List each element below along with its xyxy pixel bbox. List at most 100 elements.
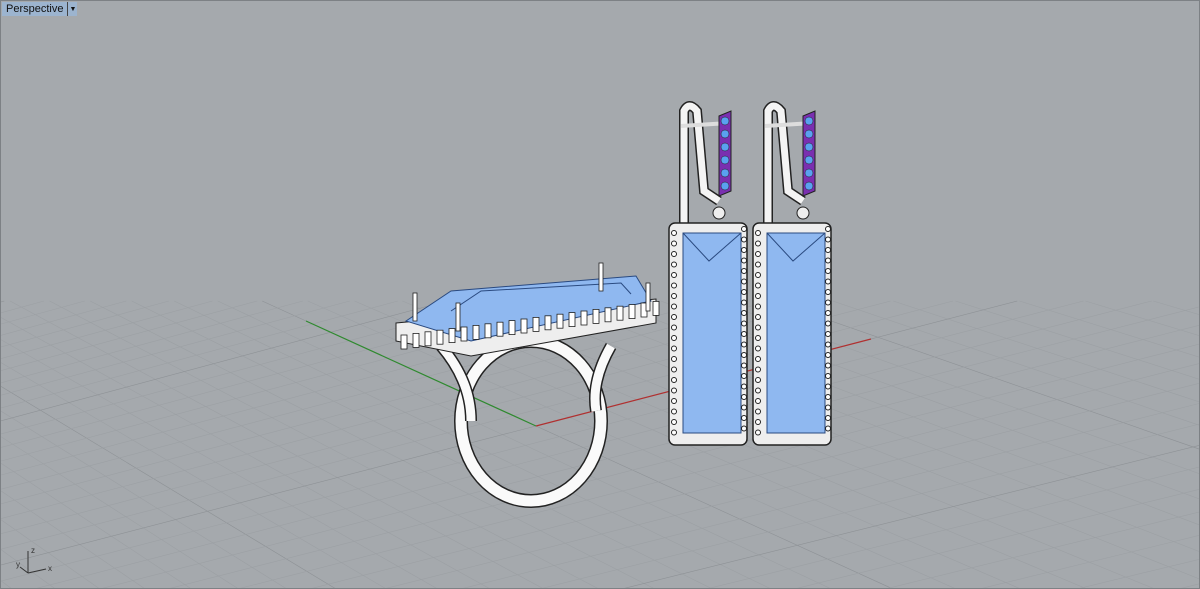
grid-line xyxy=(1153,300,1199,315)
grid-line xyxy=(1085,300,1199,336)
earring-small-stone xyxy=(720,142,730,152)
gizmo-z-label: z xyxy=(31,546,35,555)
ring-prong xyxy=(484,323,492,339)
ring-prong xyxy=(592,308,600,324)
earring-prong xyxy=(741,362,747,369)
earring-small-stone xyxy=(804,142,814,152)
earring-prong xyxy=(825,415,831,421)
ring-prong xyxy=(580,310,588,326)
earring-small-stone xyxy=(720,129,730,139)
earring-prong xyxy=(741,383,747,390)
earring-prong xyxy=(755,240,761,247)
ring-prong xyxy=(556,313,564,329)
grid-line xyxy=(1,300,448,422)
earring-prong xyxy=(671,366,677,373)
grid-line xyxy=(887,511,1199,588)
earring-prong xyxy=(741,226,747,232)
earring-prong xyxy=(671,282,677,289)
ring-prong xyxy=(496,321,504,337)
earring-prong xyxy=(825,257,831,264)
earring-gem xyxy=(682,232,742,434)
earring-small-stone xyxy=(804,155,814,165)
grid-line xyxy=(1,300,45,314)
earring-prong xyxy=(741,415,747,421)
earring-prong xyxy=(825,226,831,232)
earring-prong xyxy=(755,377,761,383)
earring-small-stone xyxy=(720,181,730,191)
earring-prong xyxy=(741,320,747,327)
earring-prong xyxy=(825,352,831,358)
grid-line xyxy=(1,580,12,588)
ring-prong xyxy=(604,307,612,323)
earring-small-stone xyxy=(720,155,730,165)
earring-prong xyxy=(825,362,831,369)
earring-prong xyxy=(755,429,761,436)
grid-line xyxy=(553,300,1199,552)
ring-prong xyxy=(532,316,540,332)
earring-prong xyxy=(755,272,761,278)
earring-small-stone xyxy=(720,116,730,126)
gizmo-x-label: x xyxy=(48,564,52,573)
ring-tall-prong xyxy=(412,292,418,322)
grid-line xyxy=(1180,583,1199,588)
earring-small-stone xyxy=(804,181,814,191)
ring-prong xyxy=(520,318,528,334)
earring-prong xyxy=(755,282,761,289)
earring-prong xyxy=(755,356,761,362)
earring-prong xyxy=(825,236,831,243)
3d-scene[interactable] xyxy=(1,1,1200,589)
earring-prong xyxy=(741,289,747,295)
earring-prong xyxy=(671,314,677,320)
earring-prong xyxy=(741,352,747,358)
grid-line xyxy=(955,300,1199,380)
ring-prong xyxy=(568,312,576,328)
earring-prong xyxy=(825,278,831,285)
earring-prong xyxy=(755,293,761,299)
grid-line xyxy=(1,300,771,505)
earring-prong xyxy=(755,408,761,415)
earring-prong xyxy=(671,303,677,310)
grid-line xyxy=(1,300,5,303)
earring-prong xyxy=(671,261,677,268)
ring-prong xyxy=(628,304,636,320)
earring-prong xyxy=(741,341,747,348)
viewport-title-tab[interactable]: Perspective ▼ xyxy=(2,2,78,16)
ring-prong xyxy=(616,305,624,321)
ring-prong xyxy=(400,334,408,350)
earring-prong xyxy=(755,324,761,331)
triangle-down-icon[interactable]: ▼ xyxy=(67,2,77,16)
gizmo-y-label: y xyxy=(16,560,20,569)
ring-tall-prong xyxy=(598,262,604,292)
ring-prong xyxy=(652,300,660,316)
earring-prong xyxy=(825,289,831,295)
earring-prong xyxy=(825,341,831,348)
ring-prong xyxy=(448,328,456,344)
grid-line xyxy=(1,300,258,371)
earring-prong xyxy=(755,335,761,341)
earring-prong xyxy=(671,324,677,331)
earring-prong xyxy=(755,261,761,268)
grid-line xyxy=(709,466,1199,588)
ring-prong xyxy=(508,320,516,336)
earring-prong xyxy=(741,310,747,316)
earring-prong xyxy=(671,335,677,341)
earring-small-stone xyxy=(720,168,730,178)
earring-prong xyxy=(671,251,677,257)
earring-prong xyxy=(755,345,761,352)
earring-prong xyxy=(671,429,677,436)
earring-prong xyxy=(825,331,831,337)
earring-prong xyxy=(741,394,747,400)
ring-tall-prong xyxy=(455,302,461,332)
earring-prong xyxy=(755,251,761,257)
viewport-name[interactable]: Perspective xyxy=(2,3,67,15)
grid-line xyxy=(1019,300,1199,358)
earring-prong xyxy=(755,366,761,373)
axes-gizmo-icon: z x y xyxy=(16,546,52,574)
perspective-viewport[interactable]: Perspective ▼ z x y xyxy=(0,0,1200,589)
ring-shank xyxy=(455,335,607,507)
ring-prong xyxy=(472,324,480,340)
grid-line xyxy=(1,300,350,396)
earring-prong xyxy=(671,356,677,362)
earring-prong xyxy=(825,425,831,432)
earring-link xyxy=(712,206,726,220)
